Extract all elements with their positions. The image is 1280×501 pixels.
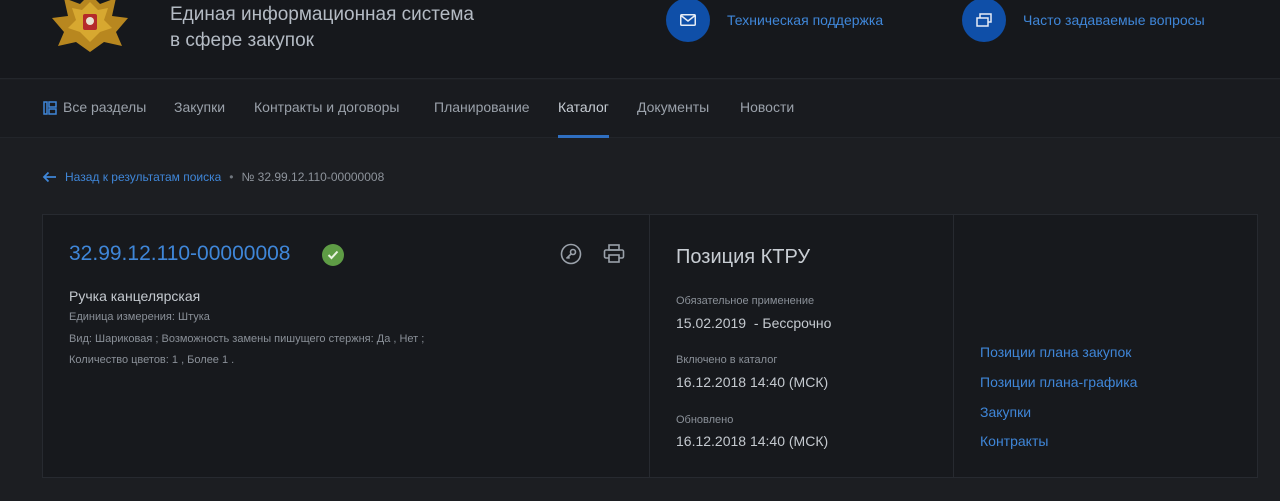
contracts-link[interactable]: Контракты: [980, 433, 1048, 449]
mandatory-label: Обязательное применение: [676, 295, 815, 307]
arrow-left-icon[interactable]: [42, 171, 57, 183]
windows-icon: [962, 0, 1006, 42]
tech-support-label: Техническая поддержка: [727, 12, 884, 28]
item-attributes-line2: Количество цветов: 1 , Более 1 .: [69, 354, 235, 366]
nav-item-news[interactable]: Новости: [740, 80, 794, 138]
nav-item-catalog[interactable]: Каталог: [558, 80, 609, 138]
main-nav: Все разделы Закупки Контракты и договоры…: [0, 80, 1280, 138]
site-title-line1: Единая информационная система: [170, 4, 474, 25]
key-icon[interactable]: [559, 242, 583, 266]
printer-icon[interactable]: [602, 242, 626, 266]
updated-value: 16.12.2018 14:40 (МСК): [676, 433, 829, 449]
included-value: 16.12.2018 14:40 (МСК): [676, 374, 829, 390]
nav-item-all-sections[interactable]: Все разделы: [63, 80, 146, 138]
nav-item-purchases[interactable]: Закупки: [174, 80, 225, 138]
updated-label: Обновлено: [676, 414, 734, 426]
site-title[interactable]: Единая информационная система в сфере за…: [170, 2, 474, 54]
schedule-positions-link[interactable]: Позиции плана-графика: [980, 374, 1137, 390]
item-name: Ручка канцелярская: [69, 288, 201, 304]
mandatory-value: 15.02.2019 - Бессрочно: [676, 315, 832, 331]
back-to-results-link[interactable]: Назад к результатам поиска: [65, 170, 221, 184]
ktru-title: Позиция КТРУ: [676, 246, 811, 268]
item-attributes-line1: Вид: Шариковая ; Возможность замены пишу…: [69, 333, 425, 345]
included-label: Включено в каталог: [676, 354, 778, 366]
coat-of-arms-logo[interactable]: [42, 0, 138, 54]
site-title-line2: в сфере закупок: [170, 30, 314, 51]
breadcrumb-separator: •: [229, 170, 234, 184]
plan-positions-link[interactable]: Позиции плана закупок: [980, 344, 1131, 360]
ktru-info: Позиция КТРУ Обязательное применение 15.…: [650, 215, 954, 477]
purchases-link[interactable]: Закупки: [980, 404, 1031, 420]
sections-icon: [43, 101, 57, 115]
tech-support-link[interactable]: Техническая поддержка: [666, 0, 883, 42]
breadcrumb: Назад к результатам поиска • № 32.99.12.…: [42, 168, 384, 186]
item-details: 32.99.12.110-00000008 Ручка канцелярская…: [43, 215, 650, 477]
faq-label: Часто задаваемые вопросы: [1023, 12, 1205, 28]
nav-item-planning[interactable]: Планирование: [434, 80, 530, 138]
nav-item-contracts[interactable]: Контракты и договоры: [254, 80, 399, 138]
item-code: 32.99.12.110-00000008: [69, 242, 291, 265]
site-header: Единая информационная система в сфере за…: [0, 0, 1280, 79]
related-links: Позиции плана закупок Позиции плана-граф…: [954, 215, 1257, 477]
ktru-card: 32.99.12.110-00000008 Ручка канцелярская…: [42, 214, 1258, 478]
check-icon: [322, 244, 344, 266]
item-unit: Единица измерения: Штука: [69, 311, 210, 323]
mail-icon: [666, 0, 710, 42]
breadcrumb-current: № 32.99.12.110-00000008: [241, 170, 385, 184]
faq-link[interactable]: Часто задаваемые вопросы: [962, 0, 1205, 42]
nav-item-documents[interactable]: Документы: [637, 80, 709, 138]
